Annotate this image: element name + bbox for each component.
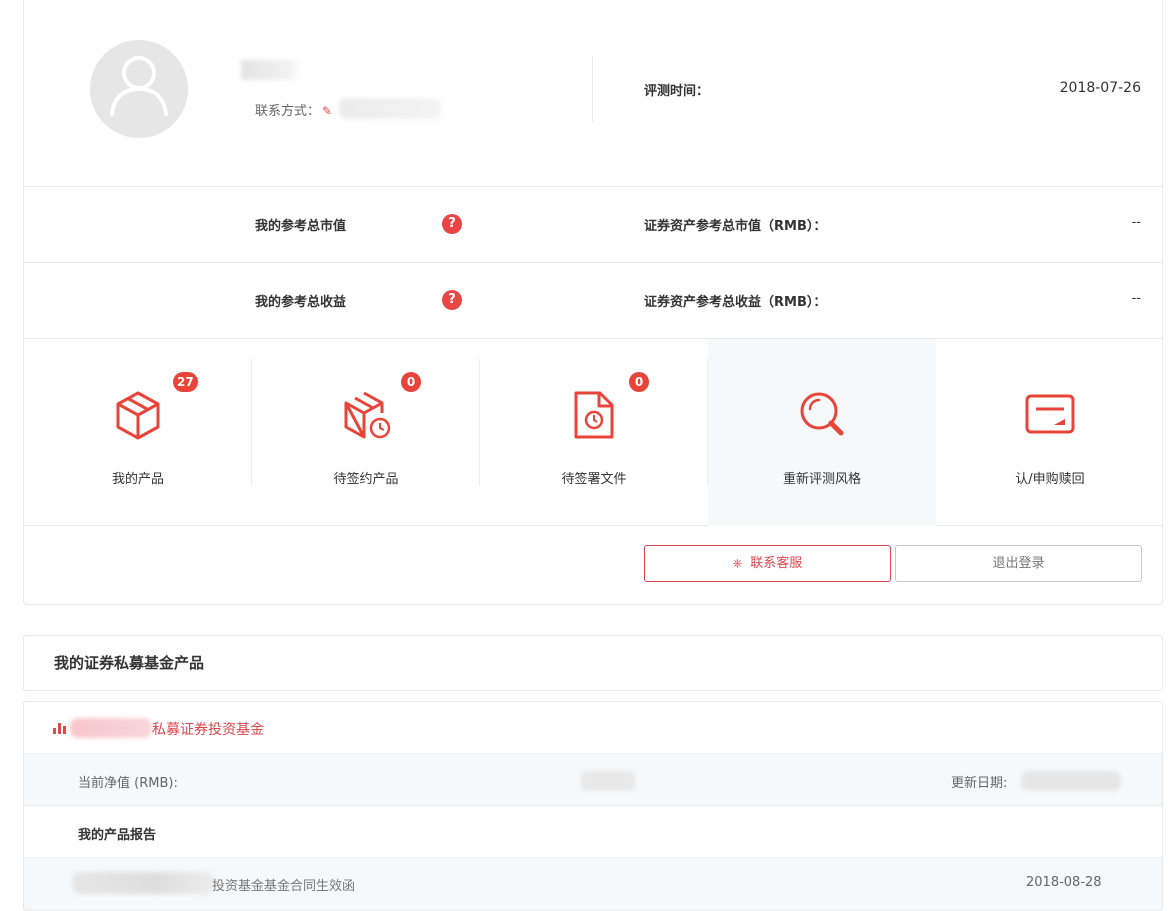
fund-name[interactable]: 私募证券投资基金 bbox=[152, 719, 264, 739]
card-icon bbox=[1025, 394, 1075, 434]
stat-label: 我的参考总市值 bbox=[255, 219, 347, 234]
quick-actions: 27 我的产品 0 待签约产品 0 待签署文件 重新评测风格 认/申购赎回 bbox=[24, 339, 1162, 526]
update-date-redacted bbox=[1021, 771, 1121, 791]
help-icon[interactable]: ? bbox=[442, 290, 462, 310]
badge-count: 0 bbox=[629, 372, 649, 392]
action-my-products[interactable]: 27 我的产品 bbox=[24, 339, 252, 526]
eval-date: 2018-07-26 bbox=[1059, 80, 1141, 96]
stat-row-market-value: 我的参考总市值 ? 证券资产参考总市值（RMB）： -- bbox=[24, 187, 1162, 263]
cube-icon bbox=[116, 391, 160, 440]
fund-name-redacted bbox=[70, 718, 152, 738]
update-date-label: 更新日期: bbox=[951, 776, 1008, 791]
contact-label: 联系方式： bbox=[255, 104, 321, 119]
fund-header[interactable]: 私募证券投资基金 bbox=[24, 702, 1162, 754]
doc-name-redacted bbox=[72, 872, 214, 894]
contact-service-label: 联系客服 bbox=[750, 556, 803, 571]
eval-time-label: 评测时间： bbox=[644, 84, 710, 99]
header-divider bbox=[592, 56, 593, 122]
cube-clock-icon bbox=[344, 391, 391, 439]
profile-header: 联系方式： ✎ 评测时间： 2018-07-26 bbox=[24, 0, 1162, 187]
action-reassess-style[interactable]: 重新评测风格 bbox=[708, 339, 936, 526]
stat-label: 我的参考总收益 bbox=[255, 295, 347, 310]
stat-value: -- bbox=[1131, 215, 1141, 230]
stat-row-total-return: 我的参考总收益 ? 证券资产参考总收益（RMB）： -- bbox=[24, 263, 1162, 339]
contact-service-button[interactable]: ⎈ 联系客服 bbox=[644, 545, 891, 582]
action-pending-contract-products[interactable]: 0 待签约产品 bbox=[252, 339, 480, 526]
doc-name[interactable]: 投资基金基金合同生效函 bbox=[212, 875, 355, 894]
stat-right-label: 证券资产参考总收益（RMB）： bbox=[644, 295, 827, 310]
action-pending-sign-documents[interactable]: 0 待签署文件 bbox=[480, 339, 708, 526]
action-subscribe-redeem[interactable]: 认/申购赎回 bbox=[936, 339, 1164, 526]
stat-value: -- bbox=[1131, 291, 1141, 306]
action-label: 我的产品 bbox=[111, 472, 164, 487]
action-label: 重新评测风格 bbox=[782, 472, 861, 487]
document-clock-icon bbox=[574, 391, 614, 439]
headset-icon: ⎈ bbox=[732, 556, 743, 570]
user-name-redacted bbox=[241, 60, 301, 80]
nav-value-redacted bbox=[581, 771, 635, 791]
nav-label: 当前净值 (RMB): bbox=[78, 776, 178, 791]
section-title: 我的证券私募基金产品 bbox=[23, 635, 1163, 691]
fund-nav-row: 当前净值 (RMB): 更新日期: bbox=[24, 754, 1162, 806]
doc-date: 2018-08-28 bbox=[1026, 875, 1102, 890]
report-title: 我的产品报告 bbox=[78, 828, 157, 843]
actions-bar: ⎈ 联系客服 退出登录 bbox=[24, 526, 1162, 605]
product-report-heading: 我的产品报告 bbox=[24, 806, 1162, 858]
profile-card: 联系方式： ✎ 评测时间： 2018-07-26 我的参考总市值 ? 证券资产参考… bbox=[23, 0, 1163, 605]
contact-row: 联系方式： ✎ bbox=[255, 100, 332, 119]
report-row[interactable]: 投资基金基金合同生效函 2018-08-28 bbox=[24, 858, 1162, 910]
user-icon bbox=[110, 56, 168, 116]
magnifier-icon bbox=[800, 392, 844, 436]
action-label: 待签署文件 bbox=[561, 472, 627, 487]
action-label: 待签约产品 bbox=[333, 472, 399, 487]
fund-card: 私募证券投资基金 当前净值 (RMB): 更新日期: 我的产品报告 投资基金基金… bbox=[23, 701, 1163, 911]
logout-button[interactable]: 退出登录 bbox=[895, 545, 1142, 582]
contact-value-redacted bbox=[339, 98, 441, 119]
action-label: 认/申购赎回 bbox=[1015, 472, 1085, 487]
badge-count: 27 bbox=[173, 372, 198, 392]
help-icon[interactable]: ? bbox=[442, 214, 462, 234]
badge-count: 0 bbox=[401, 372, 421, 392]
stat-right-label: 证券资产参考总市值（RMB）： bbox=[644, 219, 827, 234]
bar-chart-icon bbox=[53, 723, 67, 734]
edit-icon[interactable]: ✎ bbox=[322, 104, 332, 118]
avatar bbox=[90, 40, 188, 138]
